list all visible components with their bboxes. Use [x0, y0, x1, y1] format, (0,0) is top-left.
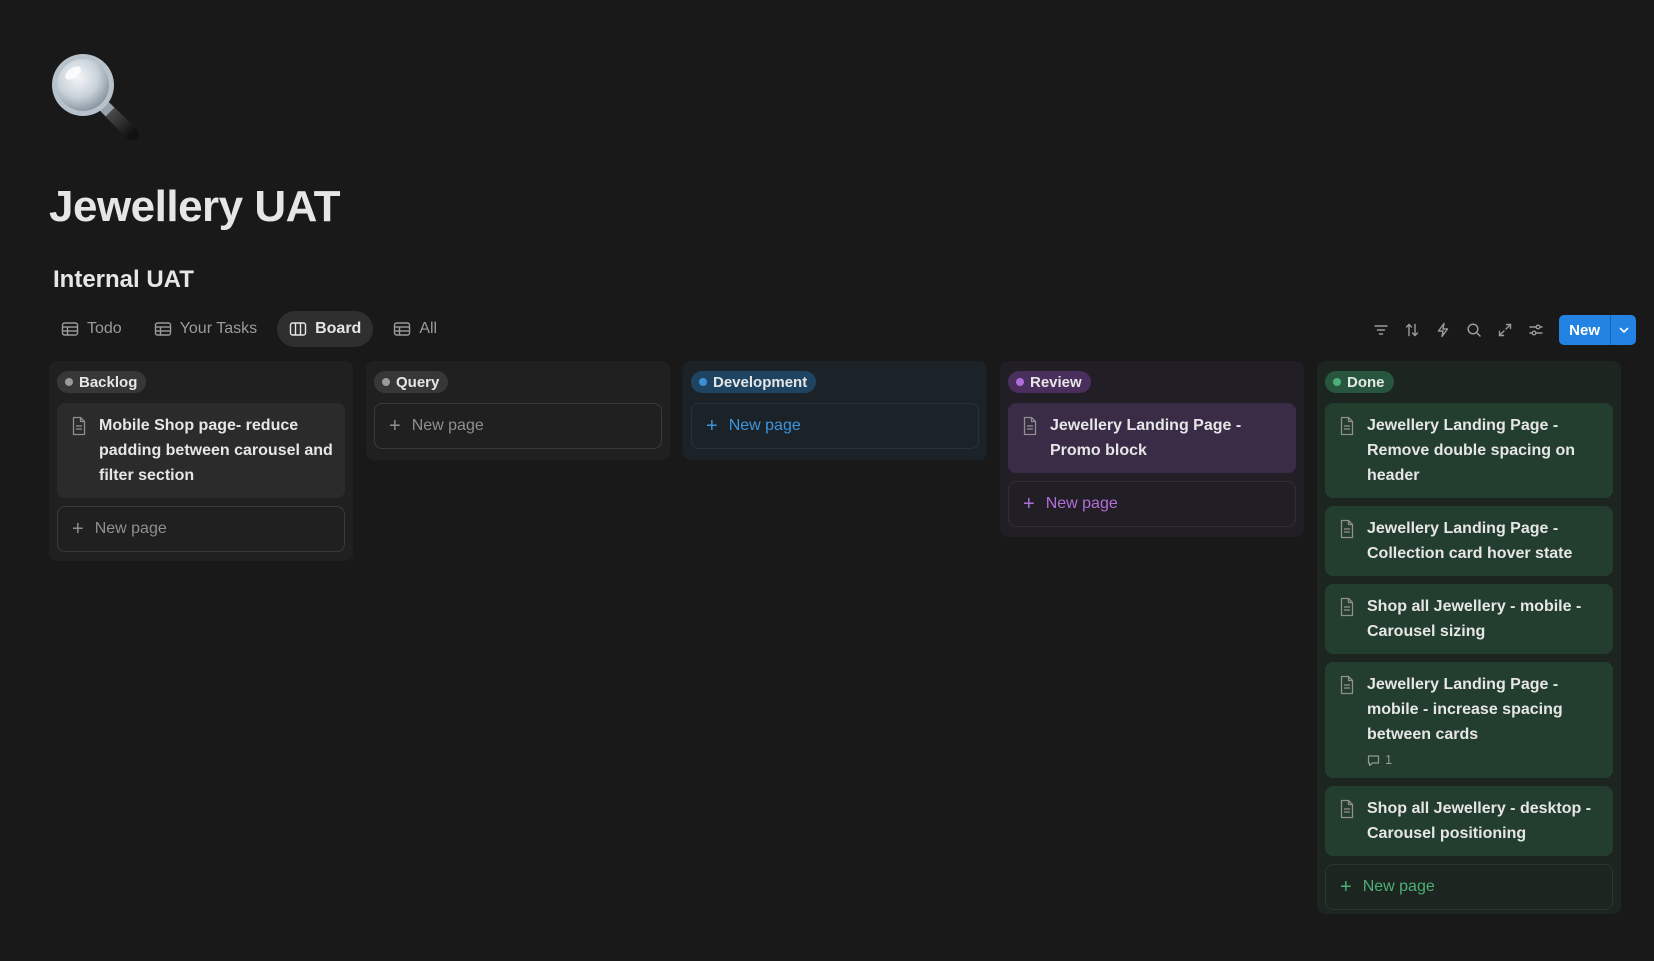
page-icon — [1340, 519, 1354, 539]
status-label: Backlog — [79, 373, 138, 391]
new-page-label: New page — [94, 520, 167, 537]
status-dot — [1333, 378, 1341, 386]
new-dropdown-button[interactable] — [1610, 315, 1636, 345]
view-tabs: Todo Your Tasks Board All — [49, 311, 449, 347]
tab-label: Todo — [87, 320, 122, 337]
new-page-button[interactable]: + New page — [374, 403, 662, 449]
page-icon — [1023, 416, 1037, 436]
new-page-button[interactable]: + New page — [57, 506, 345, 552]
plus-icon: + — [72, 518, 84, 540]
card-title: Jewellery Landing Page - mobile - increa… — [1367, 676, 1563, 743]
status-badge[interactable]: Development — [691, 371, 817, 393]
tab-board[interactable]: Board — [277, 311, 374, 347]
new-page-button[interactable]: + New page — [1008, 481, 1296, 527]
card-title: Jewellery Landing Page - Promo block — [1050, 417, 1242, 459]
board-card[interactable]: Jewellery Landing Page - mobile - increa… — [1325, 662, 1613, 778]
board-card[interactable]: Jewellery Landing Page - Remove double s… — [1325, 403, 1613, 498]
new-page-label: New page — [1362, 878, 1435, 895]
view-settings-button[interactable] — [1520, 315, 1551, 345]
status-dot — [699, 378, 707, 386]
tab-label: Your Tasks — [179, 320, 258, 337]
board-card[interactable]: Mobile Shop page- reduce padding between… — [57, 403, 345, 498]
card-title: Shop all Jewellery - desktop - Carousel … — [1367, 800, 1592, 842]
comment-count-value: 1 — [1385, 752, 1393, 767]
status-badge[interactable]: Done — [1325, 371, 1394, 393]
comment-count: 1 — [1367, 752, 1601, 768]
board-column-review: Review Jewellery Landing Page - Promo bl… — [1000, 361, 1304, 537]
page-icon — [1340, 799, 1354, 819]
table-icon — [154, 322, 171, 336]
new-page-button[interactable]: + New page — [691, 403, 979, 449]
expand-button[interactable] — [1489, 315, 1520, 345]
new-page-button[interactable]: + New page — [1325, 864, 1613, 910]
status-label: Query — [396, 373, 440, 391]
new-page-label: New page — [728, 417, 801, 434]
page-icon — [1340, 675, 1354, 695]
tab-your-tasks[interactable]: Your Tasks — [142, 311, 269, 347]
settings-icon — [1528, 324, 1543, 336]
status-badge[interactable]: Review — [1008, 371, 1091, 393]
page-icon — [1340, 597, 1354, 617]
chevron-down-icon — [1619, 327, 1628, 333]
status-dot — [1016, 378, 1024, 386]
plus-icon: + — [706, 415, 718, 437]
card-title: Shop all Jewellery - mobile - Carousel s… — [1367, 598, 1582, 640]
board-card[interactable]: Jewellery Landing Page - Collection card… — [1325, 506, 1613, 576]
automation-button[interactable] — [1427, 315, 1458, 345]
automation-icon — [1437, 322, 1448, 338]
status-badge[interactable]: Backlog — [57, 371, 147, 393]
new-button[interactable]: New — [1559, 315, 1610, 345]
expand-icon — [1498, 323, 1511, 337]
board-column-backlog: Backlog Mobile Shop page- reduce padding… — [49, 361, 353, 561]
sort-button[interactable] — [1396, 315, 1427, 345]
new-button-group: New — [1559, 315, 1636, 345]
card-title: Mobile Shop page- reduce padding between… — [99, 417, 333, 484]
status-label: Done — [1347, 373, 1385, 391]
comment-icon — [1367, 754, 1380, 766]
status-dot — [65, 378, 73, 386]
page-icon — [72, 416, 86, 436]
sort-icon — [1405, 323, 1418, 337]
search-button[interactable] — [1458, 315, 1489, 345]
page-icon — [1340, 416, 1354, 436]
status-dot — [382, 378, 390, 386]
board-card[interactable]: Shop all Jewellery - mobile - Carousel s… — [1325, 584, 1613, 654]
board-card[interactable]: Jewellery Landing Page - Promo block — [1008, 403, 1296, 473]
filter-icon — [1373, 325, 1388, 335]
filter-button[interactable] — [1365, 315, 1396, 345]
view-toolbar: New — [1365, 315, 1636, 345]
tab-all[interactable]: All — [381, 311, 449, 347]
plus-icon: + — [389, 415, 401, 437]
page: Jewellery UAT Internal UAT Todo Your Tas… — [0, 0, 1654, 961]
new-page-label: New page — [1045, 495, 1118, 512]
new-page-label: New page — [411, 417, 484, 434]
plus-icon: + — [1023, 493, 1035, 515]
board-column-development: Development + New page — [683, 361, 987, 460]
table-icon — [61, 322, 79, 336]
page-title[interactable]: Jewellery UAT — [49, 182, 341, 232]
tab-label: All — [419, 320, 438, 337]
magnifying-glass-icon[interactable] — [48, 50, 140, 142]
tab-todo[interactable]: Todo — [49, 311, 134, 347]
tab-label: Board — [315, 320, 362, 337]
plus-icon: + — [1340, 876, 1352, 898]
status-label: Review — [1030, 373, 1082, 391]
board-column-query: Query + New page — [366, 361, 670, 460]
card-title: Jewellery Landing Page - Collection card… — [1367, 520, 1573, 562]
board-icon — [289, 322, 307, 336]
status-badge[interactable]: Query — [374, 371, 449, 393]
search-icon — [1467, 323, 1481, 337]
board-card[interactable]: Shop all Jewellery - desktop - Carousel … — [1325, 786, 1613, 856]
database-title[interactable]: Internal UAT — [53, 266, 194, 294]
board-column-done: Done Jewellery Landing Page - Remove dou… — [1317, 361, 1621, 914]
status-label: Development — [713, 373, 808, 391]
card-title: Jewellery Landing Page - Remove double s… — [1367, 417, 1576, 484]
table-icon — [394, 322, 411, 336]
